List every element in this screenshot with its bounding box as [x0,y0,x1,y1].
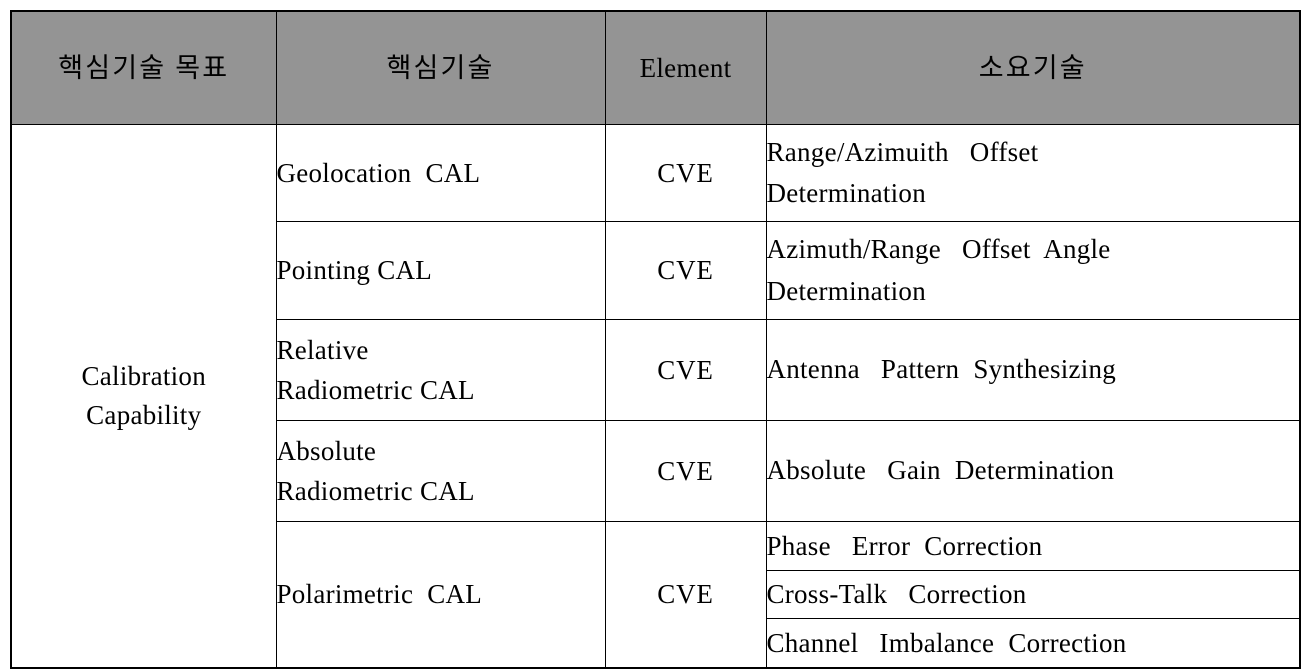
required-tech-line-2: Determination [766,275,926,306]
required-tech-line-1: Absolute Gain Determination [766,455,1115,486]
core-tech-line-1: Pointing CAL [276,255,433,286]
required-tech-line-1: Phase Error Correction [766,530,1043,561]
core-tech-line-1: Polarimetric CAL [276,579,483,610]
required-tech-cell: Antenna Pattern Synthesizing [765,319,1301,421]
required-tech-cell: Absolute Gain Determination [765,420,1301,522]
required-tech-line-1: Azimuth/Range Offset Angle [766,234,1111,265]
core-tech-cell-polarimetric: Polarimetric CAL [275,521,606,669]
required-tech-cell: Range/Azimuith Offset Determination [765,124,1301,222]
core-tech-line-1: Geolocation CAL [276,157,481,188]
column-header-required-tech: 소요기술 [765,10,1301,125]
core-tech-line-1: Relative [276,334,369,365]
required-tech-cell: Phase Error Correction [765,521,1301,571]
column-header-goal: 핵심기술 목표 [10,10,277,125]
goal-line-1: Calibration [81,360,206,391]
element-cell-polarimetric: CVE [604,521,767,669]
table-row: Calibration Capability Geolocation CAL C… [10,124,1301,669]
goal-line-2: Capability [86,400,202,430]
column-header-goal-label: 핵심기술 목표 [58,52,230,83]
header-row: 핵심기술 목표 핵심기술 Element 소요기술 [10,10,1301,125]
goal-cell-calibration-capability: Calibration Capability [10,124,277,669]
required-tech-cell: Azimuth/Range Offset Angle Determination [765,221,1301,320]
column-header-element-label: Element [639,52,732,83]
required-tech-cell: Channel Imbalance Correction [765,618,1301,669]
column-header-core-tech: 핵심기술 [275,10,606,125]
core-tech-cell: Pointing CAL [275,221,606,320]
element-cell: CVE [604,124,767,222]
element-cell: CVE [604,420,767,522]
element-cell: CVE [604,221,767,320]
core-technology-table: 핵심기술 목표 핵심기술 Element 소요기술 Calibration Ca… [10,10,1301,669]
element-cell: CVE [604,319,767,421]
table-header: 핵심기술 목표 핵심기술 Element 소요기술 [10,10,1301,125]
required-tech-line-2: Determination [766,178,926,208]
column-header-element: Element [604,10,767,125]
core-tech-cell: Relative Radiometric CAL [275,319,606,421]
core-tech-line-1: Absolute [276,435,377,466]
required-tech-line-1: Range/Azimuith Offset [766,136,1039,167]
required-tech-line-1: Antenna Pattern Synthesizing [766,354,1117,385]
column-header-required-tech-label: 소요기술 [978,52,1087,83]
core-tech-line-2: Radiometric CAL [276,375,475,405]
core-tech-cell: Geolocation CAL [275,124,606,222]
required-tech-line-1: Channel Imbalance Correction [766,627,1127,658]
required-tech-cell: Cross-Talk Correction [765,570,1301,619]
column-header-core-tech-label: 핵심기술 [386,52,495,83]
required-tech-line-1: Cross-Talk Correction [766,579,1027,610]
core-tech-cell: Absolute Radiometric CAL [275,420,606,522]
table-body: Calibration Capability Geolocation CAL C… [10,124,1301,669]
table-sheet: 핵심기술 목표 핵심기술 Element 소요기술 Calibration Ca… [0,0,1313,670]
core-tech-line-2: Radiometric CAL [276,476,475,506]
